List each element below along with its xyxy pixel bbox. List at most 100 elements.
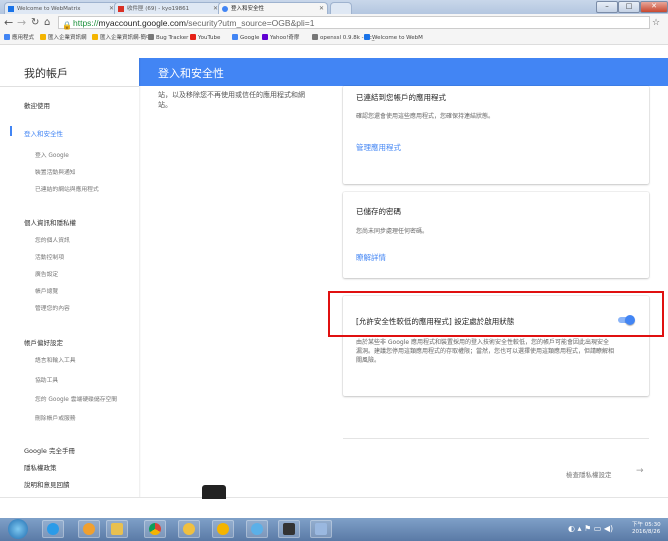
folder-icon xyxy=(111,523,123,535)
sidebar-footer-privacy-policy[interactable]: 隱私權政策 xyxy=(24,462,57,472)
back-icon[interactable]: ← xyxy=(4,16,13,30)
bookmark-item[interactable]: Yahoo!奇摩 xyxy=(262,32,299,44)
bookmark-icon xyxy=(364,34,370,40)
tab-label: Welcome to WebMatrix xyxy=(17,6,81,12)
bookmark-icon xyxy=(92,34,98,40)
intro-text-content: 站，以及移除您不再使用或信任的應用程式和網站。 xyxy=(158,91,305,109)
account-title: 我的帳戶 xyxy=(24,67,68,80)
sidebar-subitem-accessibility[interactable]: 協助工具 xyxy=(35,375,58,384)
saved-passwords-title: 已儲存的密碼 xyxy=(356,207,401,216)
outlook-icon xyxy=(217,523,229,535)
start-button[interactable] xyxy=(8,519,28,539)
taskbar-media[interactable] xyxy=(78,520,100,538)
bookmark-icon xyxy=(190,34,196,40)
taskbar-app[interactable] xyxy=(178,520,200,538)
tab-label: 登入和安全性 xyxy=(231,6,265,12)
new-tab-button[interactable] xyxy=(330,2,352,14)
google-icon xyxy=(222,6,228,12)
review-privacy-link[interactable]: 檢查隱私權設定 xyxy=(566,469,612,479)
sidebar-subitem-personal-info[interactable]: 您的個人資訊 xyxy=(35,235,70,244)
taskbar-outlook[interactable] xyxy=(212,520,234,538)
manage-apps-link[interactable]: 管理應用程式 xyxy=(356,142,401,153)
url-host: myaccount.google.com xyxy=(98,18,186,28)
sidebar-item-security[interactable]: 登入和安全性 xyxy=(24,128,63,138)
sidebar-subitem-dashboard[interactable]: 帳戶總覽 xyxy=(35,286,58,295)
bookmark-item[interactable]: 匯入企業資訊網 xyxy=(40,32,87,44)
intro-text: 站，以及移除您不再使用或信任的應用程式和網站。 xyxy=(158,90,318,110)
bookmark-label: Yahoo!奇摩 xyxy=(270,35,300,41)
header-account-area: 我的帳戶 xyxy=(0,58,139,87)
bookmark-label: YouTube xyxy=(198,35,221,41)
bookmark-icon xyxy=(312,34,318,40)
reload-icon[interactable]: ↻ xyxy=(31,16,39,30)
url-field[interactable]: 🔒 https://myaccount.google.com/security?… xyxy=(58,16,650,30)
home-icon[interactable]: ⌂ xyxy=(44,16,50,30)
clock-time[interactable]: 下午 05:30 xyxy=(632,520,661,528)
taskbar-app4[interactable] xyxy=(310,520,332,538)
url-scheme: https:// xyxy=(73,18,99,28)
bookmark-icon xyxy=(148,34,154,40)
sidebar-subitem-activity-controls[interactable]: 活動控制項 xyxy=(35,252,64,261)
sidebar-subitem-connected-apps[interactable]: 已連結的網站與應用程式 xyxy=(35,184,99,193)
arrow-right-icon[interactable]: → xyxy=(636,466,644,476)
sidebar-item-preferences[interactable]: 帳戶偏好設定 xyxy=(24,337,63,347)
connected-apps-title: 已連結到您帳戶的應用程式 xyxy=(356,93,446,102)
page-header: 我的帳戶 登入和安全性 xyxy=(0,58,668,87)
bookmark-icon xyxy=(262,34,268,40)
tab-label: 收件匣 (69) - kyo19861 xyxy=(127,6,190,12)
sidebar-subitem-device-activity[interactable]: 裝置活動與通知 xyxy=(35,167,76,176)
taskbar-app3[interactable] xyxy=(278,520,300,538)
address-bar-row: ← → ↻ ⌂ 🔒 https://myaccount.google.com/s… xyxy=(0,14,668,32)
sidebar-subitem-content[interactable]: 管理您的內容 xyxy=(35,303,70,312)
bookmark-label: 匯入企業資訊網-簡中 xyxy=(100,35,152,41)
sidebar-subitem-signin[interactable]: 登入 Google xyxy=(35,150,69,159)
bookmark-item[interactable]: Google xyxy=(232,32,259,44)
sidebar-subitem-drive-storage[interactable]: 您的 Google 雲端硬碟儲存空間 xyxy=(35,394,117,403)
bookmark-label: Bug Tracker xyxy=(156,35,189,41)
chrome-icon xyxy=(149,523,161,535)
sidebar: 歡迎使用 登入和安全性 登入 Google 裝置活動與通知 已連結的網站與應用程… xyxy=(0,86,139,516)
bookmark-label: Welcome to WebM xyxy=(372,35,423,41)
tray-icons[interactable]: ◐ ▴ ⚑ ▭ ◀) xyxy=(568,524,613,533)
taskbar-app2[interactable] xyxy=(246,520,268,538)
clock-date[interactable]: 2016/8/26 xyxy=(632,529,660,535)
bookmark-item[interactable]: 應用程式 xyxy=(4,32,34,44)
bookmark-label: 應用程式 xyxy=(12,35,35,41)
forward-icon[interactable]: → xyxy=(17,16,26,30)
maximize-button[interactable]: □ xyxy=(618,1,640,13)
taskbar-explorer[interactable] xyxy=(106,520,128,538)
sidebar-active-indicator xyxy=(10,126,12,136)
bookmark-icon xyxy=(232,34,238,40)
learn-more-link[interactable]: 瞭解詳情 xyxy=(356,252,386,263)
tab-gmail[interactable]: 收件匣 (69) - kyo19861 ✕ xyxy=(114,2,222,14)
url-path: /security?utm_source=OGB&pli=1 xyxy=(185,18,315,28)
sidebar-item-privacy[interactable]: 個人資訊和隱私權 xyxy=(24,217,76,227)
sidebar-footer-help[interactable]: 說明和意見回饋 xyxy=(24,479,70,489)
close-tab-icon[interactable]: ✕ xyxy=(319,3,324,14)
close-window-button[interactable]: ✕ xyxy=(640,1,668,13)
taskbar-chrome[interactable] xyxy=(144,520,166,538)
browser-tab-strip: Welcome to WebMatrix ✕ 收件匣 (69) - kyo198… xyxy=(0,0,668,14)
sidebar-item-welcome[interactable]: 歡迎使用 xyxy=(24,100,50,110)
saved-passwords-desc: 您尚未同步處理任何密碼。 xyxy=(356,228,429,235)
bookmark-star-icon[interactable]: ☆ xyxy=(652,16,660,30)
sidebar-subitem-delete-account[interactable]: 刪除帳戶或服務 xyxy=(35,413,76,422)
bookmark-icon xyxy=(40,34,46,40)
bookmark-label: Google xyxy=(240,35,260,41)
bookmark-item[interactable]: 匯入企業資訊網-簡中 xyxy=(92,32,152,44)
windows-taskbar: ◐ ▴ ⚑ ▭ ◀) 下午 05:30 2016/8/26 xyxy=(0,518,668,541)
minimize-button[interactable]: – xyxy=(596,1,618,13)
tab-webmatrix[interactable]: Welcome to WebMatrix ✕ xyxy=(4,2,118,14)
bookmark-item[interactable]: Bug Tracker xyxy=(148,32,188,44)
sidebar-subitem-ads[interactable]: 廣告設定 xyxy=(35,269,58,278)
tab-security[interactable]: 登入和安全性 ✕ xyxy=(218,2,328,14)
app3-icon xyxy=(283,523,295,535)
sidebar-subitem-language[interactable]: 語言和輸入工具 xyxy=(35,355,76,364)
app4-icon xyxy=(315,523,327,535)
connected-apps-desc: 確認您還會使用這些應用程式，您確保持連結狀態。 xyxy=(356,113,495,120)
sidebar-footer-guide[interactable]: Google 完全手冊 xyxy=(24,445,75,455)
taskbar-ie[interactable] xyxy=(42,520,64,538)
media-icon xyxy=(83,523,95,535)
bookmark-item[interactable]: YouTube xyxy=(190,32,220,44)
bookmark-item[interactable]: Welcome to WebM xyxy=(364,32,423,44)
